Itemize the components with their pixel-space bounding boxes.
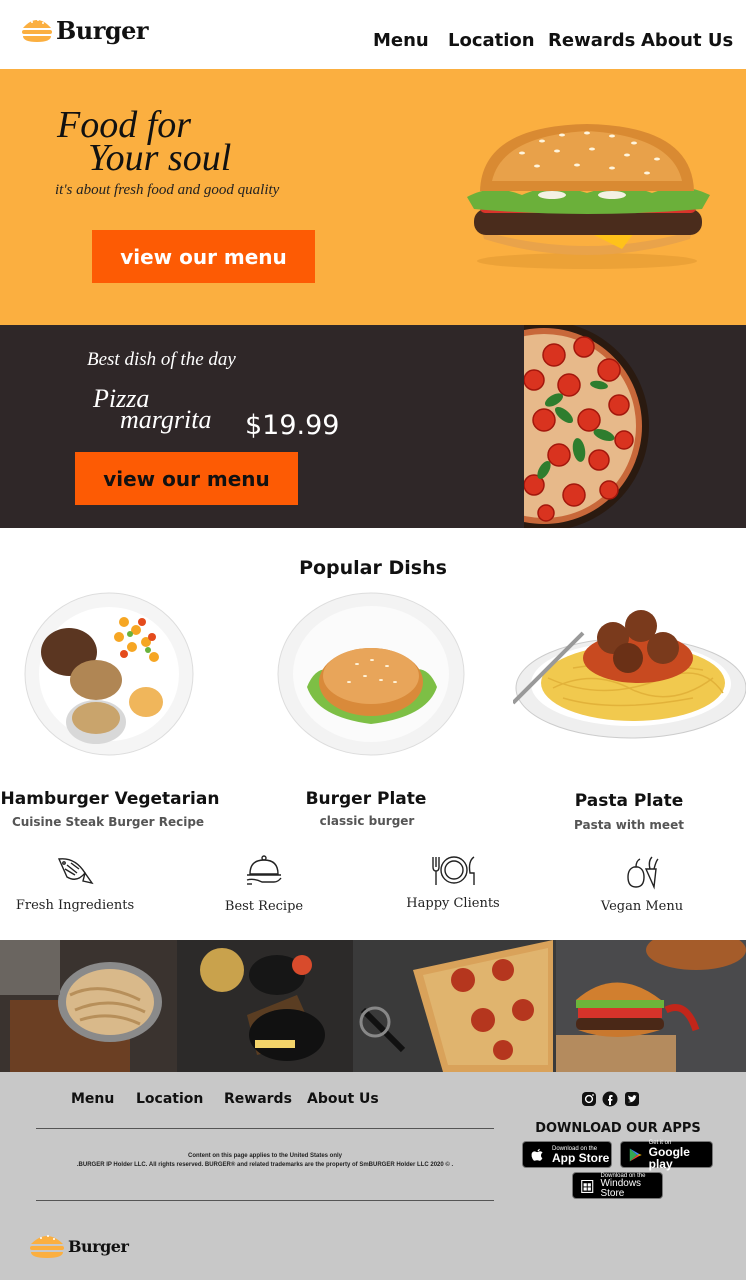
photo-gallery (0, 940, 746, 1072)
nav-menu[interactable]: Menu (373, 30, 429, 51)
feature-label: Best Recipe (224, 899, 304, 914)
store-big-text: Google play (648, 1144, 690, 1171)
cloche-icon (246, 855, 282, 885)
app-store-badge[interactable]: Download on the App Store (522, 1141, 612, 1168)
footer-logo[interactable]: Burger (28, 1230, 129, 1262)
footer-nav-location[interactable]: Location (136, 1091, 203, 1107)
dish-description: classic burger (319, 814, 415, 828)
google-play-icon (629, 1148, 642, 1161)
pizza-image (524, 325, 649, 528)
dish-name: Burger Plate (305, 789, 427, 809)
google-play-badge[interactable]: Get it on Google play (620, 1140, 713, 1171)
footer-divider (36, 1128, 494, 1129)
dish-of-the-day-section: Best dish of the day Pizza margrita $19.… (0, 325, 746, 528)
gallery-pizza-image[interactable] (353, 940, 556, 1072)
fish-icon (57, 858, 94, 885)
dish-name: Hamburger Vegetarian (0, 789, 220, 809)
burger-plate-image[interactable] (277, 592, 465, 756)
footer-nav-rewards[interactable]: Rewards (224, 1091, 292, 1107)
gallery-burger-image[interactable] (556, 940, 746, 1072)
download-apps-title: DOWNLOAD OUR APPS (535, 1121, 701, 1136)
feature-label: Happy Clients (406, 896, 500, 911)
store-big-text: App Store (552, 1150, 610, 1165)
gallery-pasta-image[interactable] (0, 940, 177, 1072)
twitter-icon[interactable] (624, 1091, 640, 1107)
hero-title-line2: Your soul (88, 137, 232, 179)
dish-description: Cuisine Steak Burger Recipe (11, 815, 205, 829)
dish-description: Pasta with meet (574, 818, 684, 832)
feature-label: Fresh Ingredients (15, 898, 135, 913)
instagram-icon[interactable] (581, 1091, 597, 1107)
footer-logo-text: Burger (68, 1236, 129, 1256)
apple-icon (531, 1148, 543, 1161)
footer-divider (36, 1200, 494, 1201)
hero-view-menu-button[interactable]: view our menu (92, 230, 315, 283)
burger-logo-icon (30, 1235, 64, 1258)
windows-icon (581, 1179, 594, 1193)
facebook-icon[interactable] (602, 1091, 618, 1107)
windows-store-badge[interactable]: Download on the Windows Store (572, 1172, 663, 1199)
footer-nav-menu[interactable]: Menu (71, 1091, 114, 1107)
popular-dishes-title: Popular Dishs (299, 557, 447, 579)
footer-nav-about-us[interactable]: About Us (307, 1091, 379, 1107)
vegetables-icon (627, 856, 659, 890)
site-header: Burger Menu Location Rewards About Us (0, 0, 746, 69)
footer-legal-line2: .BURGER IP Holder LLC. All rights reserv… (76, 1162, 454, 1168)
dish-of-day-label: Best dish of the day (87, 349, 236, 370)
dish-name-line2: margrita (120, 405, 212, 434)
dish-view-menu-button[interactable]: view our menu (75, 452, 298, 505)
nav-about-us[interactable]: About Us (641, 30, 733, 51)
gallery-black-burger-image[interactable] (177, 940, 353, 1072)
site-footer: Menu Location Rewards About Us Content o… (0, 1072, 746, 1280)
hamburger-vegetarian-image[interactable] (24, 592, 194, 757)
burger-logo-icon (22, 19, 52, 42)
hero-section: Food for Your soul it's about fresh food… (0, 69, 746, 325)
plate-cutlery-icon (432, 856, 475, 885)
logo-text: Burger (56, 15, 149, 45)
nav-location[interactable]: Location (448, 30, 535, 51)
site-logo[interactable]: Burger (20, 14, 149, 46)
footer-legal-line1: Content on this page applies to the Unit… (187, 1153, 342, 1159)
dish-name: Pasta Plate (574, 791, 684, 811)
store-big-text: Windows Store (600, 1177, 642, 1199)
dish-price: $19.99 (245, 410, 340, 441)
hero-subtitle: it's about fresh food and good quality (55, 182, 280, 198)
burger-image (467, 124, 710, 269)
feature-label: Vegan Menu (600, 899, 684, 914)
nav-rewards[interactable]: Rewards (548, 30, 635, 51)
pasta-plate-image[interactable] (513, 598, 746, 743)
